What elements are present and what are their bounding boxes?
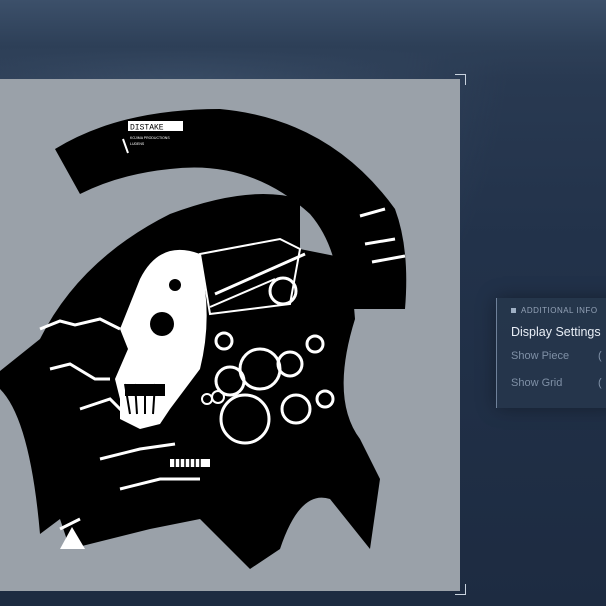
additional-info-panel: ADDITIONAL INFO Display Settings Show Pi… xyxy=(496,298,606,408)
show-grid-toggle[interactable]: ( xyxy=(598,377,602,389)
panel-header-label: ADDITIONAL INFO xyxy=(521,306,598,315)
badge-text: DISTAKE xyxy=(130,124,164,133)
show-grid-option[interactable]: Show Grid xyxy=(511,377,562,389)
show-piece-toggle[interactable]: ( xyxy=(598,350,602,362)
badge-subtext-1: KOJIMA PRODUCTIONS xyxy=(130,136,170,140)
badge-subtext-2: LUDENS xyxy=(130,142,145,146)
panel-header: ADDITIONAL INFO xyxy=(511,306,598,315)
artwork-ludens-logo[interactable]: DISTAKE KOJIMA PRODUCTIONS LUDENS xyxy=(0,79,460,591)
top-band xyxy=(0,0,606,78)
square-bullet-icon xyxy=(511,308,516,313)
show-piece-option[interactable]: Show Piece xyxy=(511,350,569,362)
panel-title: Display Settings xyxy=(511,325,601,339)
